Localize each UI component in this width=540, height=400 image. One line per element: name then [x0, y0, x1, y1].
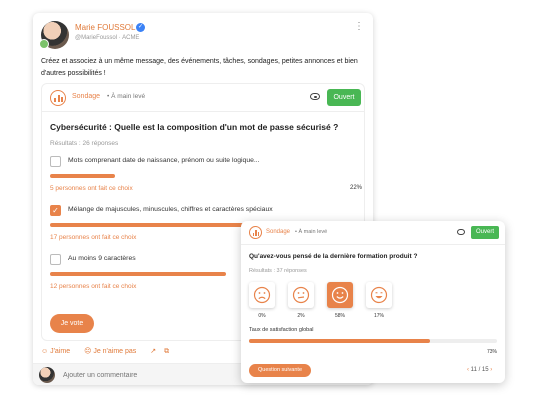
option-progress-fill [50, 174, 115, 178]
checkbox[interactable] [50, 156, 61, 167]
eye-icon[interactable] [457, 229, 465, 235]
online-status-icon [39, 39, 49, 49]
vote-button[interactable]: Je vote [50, 314, 94, 333]
open-status-button[interactable]: Ouvert [471, 226, 499, 239]
sad-face-icon [253, 286, 271, 304]
comment-input[interactable] [63, 368, 263, 382]
poll-results-count: Résultats : 37 réponses [249, 268, 307, 274]
neutral-face-button[interactable] [288, 282, 314, 308]
like-label: J'aime [50, 348, 71, 355]
poll-chart-icon [50, 90, 66, 106]
pager-label: 11 / 15 [470, 367, 489, 373]
neutral-face-icon [292, 286, 310, 304]
satisfaction-label: Taux de satisfaction global [249, 327, 314, 333]
satisfaction-progress-fill [249, 339, 431, 343]
next-question-button[interactable]: Question suivante [249, 364, 311, 377]
post-header: Marie FOUSSOL ✓ @MarieFoussol · ACME ⋮ [39, 21, 365, 51]
face-percent: 0% [258, 313, 266, 319]
poll-question: Qu'avez-vous pensé de la dernière format… [249, 253, 418, 260]
poll-question: Cybersécurité : Quelle est la compositio… [50, 122, 339, 132]
checkbox-checked[interactable]: ✓ [50, 205, 61, 216]
smile-face-icon [331, 286, 349, 304]
poll-header: Sondage • À main levé Ouvert [241, 221, 505, 245]
option-progress [50, 174, 344, 178]
chevron-right-icon[interactable]: › [490, 367, 492, 373]
satisfaction-percent: 73% [487, 349, 498, 355]
option-percent: 22% [350, 185, 363, 191]
poll-mode-text: À main levé [298, 229, 328, 235]
happy-face-button[interactable] [366, 282, 392, 308]
poll-results-count: Résultats : 26 réponses [50, 140, 119, 147]
avatar [39, 367, 55, 383]
face-percent: 2% [297, 313, 305, 319]
option-progress-fill [50, 272, 227, 276]
option-count: 5 personnes ont fait ce choix [50, 185, 133, 192]
pager: ‹ 11 / 15 › [467, 367, 492, 373]
option-label: Mélange de majuscules, minuscules, chiff… [68, 206, 273, 213]
poll-label: Sondage [72, 93, 101, 100]
option-count: 12 personnes ont fait ce choix [50, 283, 137, 290]
option-count: 17 personnes ont fait ce choix [50, 234, 137, 241]
dislike-label: Je n'aime pas [93, 348, 137, 355]
author-name[interactable]: Marie FOUSSOL [75, 23, 135, 32]
author-handle: @MarieFoussol · ACME [75, 35, 140, 41]
happy-face-icon [370, 286, 388, 304]
verified-icon: ✓ [136, 23, 145, 32]
option-label: Au moins 9 caractères [68, 255, 136, 262]
like-button[interactable]: ☺ J'aime [41, 348, 76, 355]
satisfaction-progress [249, 339, 497, 343]
smile-face-button[interactable] [327, 282, 353, 308]
poll-mode-text: À main levé [111, 93, 146, 100]
post-text: Créez et associez à un même message, des… [41, 58, 358, 77]
checkbox[interactable] [50, 254, 61, 265]
stats-icon[interactable]: ↗ [150, 348, 156, 355]
poll-mode: • À main levé [107, 93, 146, 100]
dislike-button[interactable]: ☹ Je n'aime pas [84, 348, 142, 355]
share-icon[interactable]: ⧉ [164, 348, 169, 355]
poll-mode: • À main levé [295, 229, 328, 235]
satisfaction-poll-card: Sondage • À main levé Ouvert Qu'avez-vou… [241, 221, 505, 383]
reactions-bar: ☺ J'aime ☹ Je n'aime pas ↗ ⧉ [41, 347, 175, 359]
option-label: Mots comprenant date de naissance, préno… [68, 157, 260, 164]
chevron-left-icon[interactable]: ‹ [467, 367, 469, 373]
poll-chart-icon [249, 226, 262, 239]
sad-face-button[interactable] [249, 282, 275, 308]
open-status-button[interactable]: Ouvert [327, 89, 361, 106]
face-percent: 58% [334, 313, 345, 319]
more-options-icon[interactable]: ⋮ [354, 21, 364, 32]
face-percent: 17% [373, 313, 384, 319]
poll-label: Sondage [266, 229, 291, 235]
poll-header: Sondage • À main levé Ouvert [42, 84, 364, 112]
eye-icon[interactable] [310, 93, 320, 100]
